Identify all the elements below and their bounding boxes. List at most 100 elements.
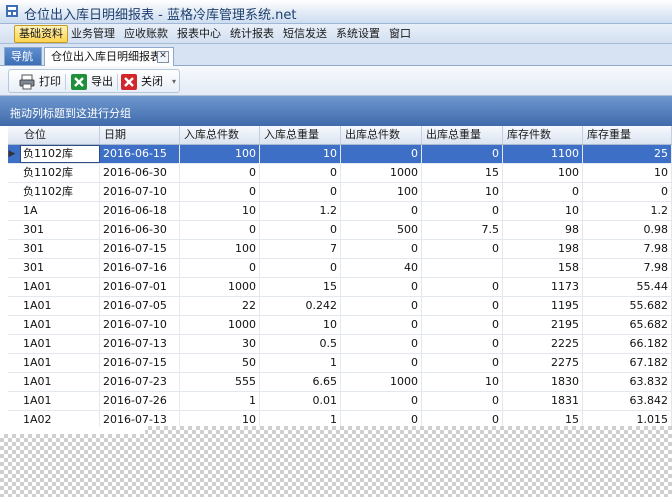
- cell-loc[interactable]: 1A01: [20, 278, 100, 296]
- table-row[interactable]: 1A02 2016-07-13 10 1 0 0 15 1.015: [8, 411, 672, 426]
- cell-out-qty[interactable]: 0: [341, 411, 422, 426]
- cell-in-qty[interactable]: 0: [180, 221, 260, 239]
- cell-out-qty[interactable]: 40: [341, 259, 422, 277]
- cell-stock-wt[interactable]: 1.015: [583, 411, 672, 426]
- table-row[interactable]: 1A01 2016-07-01 1000 15 0 0 1173 55.44: [8, 278, 672, 297]
- menu-receivables[interactable]: 应收账款: [120, 26, 172, 42]
- cell-out-qty[interactable]: 0: [341, 240, 422, 258]
- cell-out-wt[interactable]: 15: [422, 164, 503, 182]
- cell-stock-wt[interactable]: 25: [583, 145, 672, 163]
- cell-out-wt[interactable]: 0: [422, 392, 503, 410]
- menu-settings[interactable]: 系统设置: [332, 26, 384, 42]
- cell-out-wt[interactable]: 10: [422, 183, 503, 201]
- group-by-panel[interactable]: 拖动列标题到这进行分组: [0, 96, 672, 126]
- cell-in-wt[interactable]: 0.5: [260, 335, 341, 353]
- cell-out-qty[interactable]: 0: [341, 145, 422, 163]
- cell-date[interactable]: 2016-07-01: [100, 278, 180, 296]
- table-row[interactable]: 301 2016-07-16 0 0 40 158 7.98: [8, 259, 672, 278]
- column-header-date[interactable]: 日期: [100, 126, 180, 144]
- table-row[interactable]: ▶ 负1102库 2016-06-15 100 10 0 0 1100 25: [8, 145, 672, 164]
- cell-out-wt[interactable]: 0: [422, 240, 503, 258]
- menu-business[interactable]: 业务管理: [67, 26, 119, 42]
- cell-in-qty[interactable]: 10: [180, 411, 260, 426]
- cell-out-qty[interactable]: 1000: [341, 373, 422, 391]
- cell-loc[interactable]: 负1102库: [20, 183, 100, 201]
- menu-basic-data[interactable]: 基础资料: [14, 25, 68, 43]
- cell-in-qty[interactable]: 0: [180, 164, 260, 182]
- cell-stock-wt[interactable]: 63.842: [583, 392, 672, 410]
- cell-out-wt[interactable]: 0: [422, 316, 503, 334]
- cell-stock-wt[interactable]: 1.2: [583, 202, 672, 220]
- cell-date[interactable]: 2016-06-30: [100, 221, 180, 239]
- cell-in-wt[interactable]: 0: [260, 221, 341, 239]
- cell-stock-wt[interactable]: 63.832: [583, 373, 672, 391]
- cell-loc[interactable]: 1A01: [20, 335, 100, 353]
- cell-stock-qty[interactable]: 158: [503, 259, 583, 277]
- cell-in-wt[interactable]: 7: [260, 240, 341, 258]
- cell-date[interactable]: 2016-07-26: [100, 392, 180, 410]
- column-header-stock-qty[interactable]: 库存件数: [503, 126, 583, 144]
- cell-out-wt[interactable]: 0: [422, 411, 503, 426]
- cell-out-qty[interactable]: 0: [341, 278, 422, 296]
- cell-stock-wt[interactable]: 7.98: [583, 259, 672, 277]
- cell-in-qty[interactable]: 100: [180, 145, 260, 163]
- cell-in-wt[interactable]: 0: [260, 164, 341, 182]
- cell-stock-qty[interactable]: 0: [503, 183, 583, 201]
- column-header-in-qty[interactable]: 入库总件数: [180, 126, 260, 144]
- cell-stock-qty[interactable]: 198: [503, 240, 583, 258]
- cell-loc[interactable]: 1A01: [20, 392, 100, 410]
- cell-date[interactable]: 2016-07-23: [100, 373, 180, 391]
- cell-date[interactable]: 2016-07-10: [100, 183, 180, 201]
- table-row[interactable]: 1A01 2016-07-15 50 1 0 0 2275 67.182: [8, 354, 672, 373]
- cell-in-wt[interactable]: 10: [260, 316, 341, 334]
- cell-loc[interactable]: 1A01: [20, 354, 100, 372]
- cell-in-qty[interactable]: 0: [180, 259, 260, 277]
- cell-stock-qty[interactable]: 2275: [503, 354, 583, 372]
- cell-out-qty[interactable]: 0: [341, 202, 422, 220]
- cell-loc[interactable]: 负1102库: [20, 164, 100, 182]
- menu-window[interactable]: 窗口: [385, 26, 415, 42]
- cell-out-wt[interactable]: 0: [422, 297, 503, 315]
- cell-loc[interactable]: 1A01: [20, 316, 100, 334]
- cell-stock-wt[interactable]: 7.98: [583, 240, 672, 258]
- cell-stock-wt[interactable]: 66.182: [583, 335, 672, 353]
- cell-loc[interactable]: 301: [20, 240, 100, 258]
- cell-stock-qty[interactable]: 1100: [503, 145, 583, 163]
- cell-loc[interactable]: 301: [20, 259, 100, 277]
- cell-out-wt[interactable]: 0: [422, 335, 503, 353]
- cell-stock-wt[interactable]: 55.44: [583, 278, 672, 296]
- table-row[interactable]: 1A01 2016-07-23 555 6.65 1000 10 1830 63.832: [8, 373, 672, 392]
- cell-in-wt[interactable]: 1.2: [260, 202, 341, 220]
- cell-in-qty[interactable]: 50: [180, 354, 260, 372]
- cell-in-wt[interactable]: 6.65: [260, 373, 341, 391]
- tab-report[interactable]: 仓位出入库日明细报表 ✕: [44, 47, 174, 66]
- table-row[interactable]: 1A01 2016-07-05 22 0.242 0 0 1195 55.682: [8, 297, 672, 316]
- cell-out-qty[interactable]: 0: [341, 316, 422, 334]
- cell-in-qty[interactable]: 555: [180, 373, 260, 391]
- cell-in-wt[interactable]: 0: [260, 183, 341, 201]
- cell-in-wt[interactable]: 1: [260, 411, 341, 426]
- cell-date[interactable]: 2016-07-15: [100, 240, 180, 258]
- cell-loc[interactable]: 1A01: [20, 297, 100, 315]
- cell-out-qty[interactable]: 0: [341, 392, 422, 410]
- cell-stock-qty[interactable]: 2225: [503, 335, 583, 353]
- cell-in-wt[interactable]: 1: [260, 354, 341, 372]
- cell-out-qty[interactable]: 0: [341, 297, 422, 315]
- cell-out-wt[interactable]: 0: [422, 145, 503, 163]
- cell-date[interactable]: 2016-06-30: [100, 164, 180, 182]
- cell-date[interactable]: 2016-07-05: [100, 297, 180, 315]
- cell-in-qty[interactable]: 1000: [180, 278, 260, 296]
- export-button[interactable]: 导出: [71, 73, 113, 91]
- menu-sms[interactable]: 短信发送: [279, 26, 331, 42]
- column-header-in-wt[interactable]: 入库总重量: [260, 126, 341, 144]
- table-row[interactable]: 负1102库 2016-07-10 0 0 100 10 0 0: [8, 183, 672, 202]
- column-header-out-wt[interactable]: 出库总重量: [422, 126, 503, 144]
- cell-out-qty[interactable]: 1000: [341, 164, 422, 182]
- cell-stock-qty[interactable]: 15: [503, 411, 583, 426]
- cell-loc[interactable]: 负1102库: [20, 145, 100, 163]
- cell-date[interactable]: 2016-07-13: [100, 411, 180, 426]
- cell-loc[interactable]: 1A01: [20, 373, 100, 391]
- cell-stock-qty[interactable]: 1831: [503, 392, 583, 410]
- tab-navigation[interactable]: 导航: [4, 47, 42, 65]
- cell-out-qty[interactable]: 100: [341, 183, 422, 201]
